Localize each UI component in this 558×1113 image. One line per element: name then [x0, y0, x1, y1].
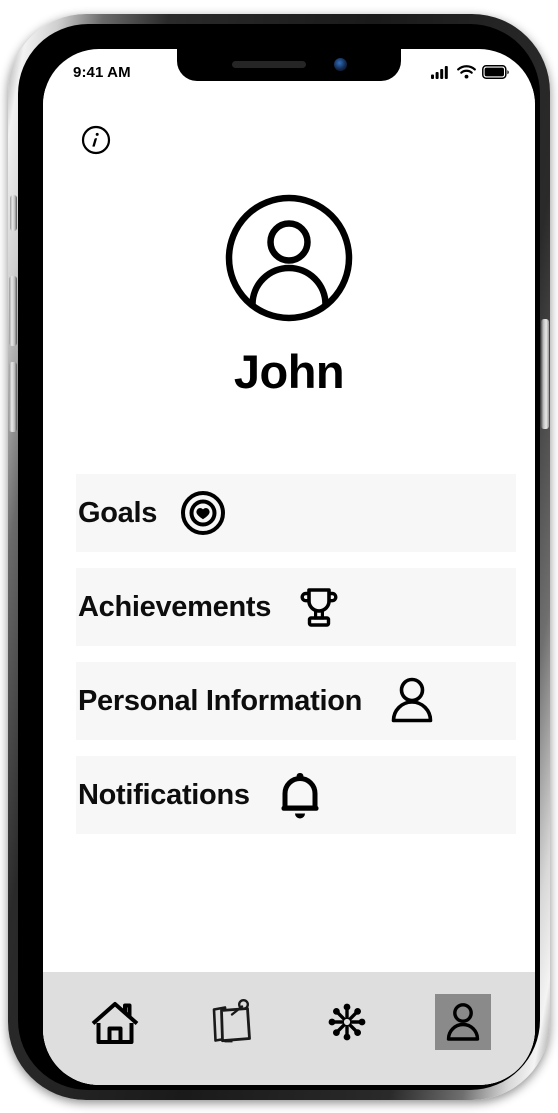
power-button[interactable]: [541, 319, 549, 429]
menu-item-label: Achievements: [78, 590, 272, 623]
info-icon[interactable]: [81, 125, 111, 155]
phone-frame: 9:41 AM John Goals Achievements Personal…: [8, 14, 550, 1100]
tab-profile[interactable]: [405, 991, 521, 1053]
bell-icon: [272, 767, 328, 823]
menu-item-label: Notifications: [78, 778, 250, 811]
app-content: John Goals Achievements Personal Informa…: [43, 89, 535, 1085]
menu-list: Goals Achievements Personal Information …: [76, 474, 516, 850]
front-camera-icon: [333, 57, 347, 71]
cellular-signal-icon: [431, 66, 448, 79]
earpiece-speaker-icon: [231, 60, 306, 68]
tab-home[interactable]: [57, 991, 173, 1053]
menu-item-notifications[interactable]: Notifications: [76, 756, 516, 834]
home-icon: [91, 1001, 139, 1044]
tab-activity[interactable]: [289, 991, 405, 1053]
profile-icon: [446, 1002, 480, 1041]
snowflake-icon: [328, 1003, 366, 1040]
page-title: John: [233, 345, 345, 398]
target-heart-icon: [179, 489, 227, 537]
volume-up-button[interactable]: [9, 276, 17, 346]
status-time: 9:41 AM: [73, 63, 131, 81]
status-indicators: [431, 65, 509, 79]
phone-bezel: 9:41 AM John Goals Achievements Personal…: [18, 24, 540, 1090]
menu-item-achievements[interactable]: Achievements: [76, 568, 516, 646]
user-avatar-icon: [225, 194, 353, 322]
tab-notes[interactable]: [173, 991, 289, 1053]
menu-item-label: Goals: [78, 496, 158, 529]
wifi-icon: [457, 65, 476, 79]
battery-icon: [482, 65, 509, 79]
phone-notch: [177, 49, 401, 81]
tab-active-indicator: [435, 993, 491, 1050]
menu-item-label: Personal Information: [78, 684, 363, 717]
profile-header: John: [43, 194, 535, 399]
trophy-icon: [293, 581, 345, 633]
sticky-notes-icon: [212, 998, 251, 1042]
menu-item-personal-information[interactable]: Personal Information: [76, 662, 516, 740]
volume-down-button[interactable]: [9, 362, 17, 432]
mute-switch-button[interactable]: [10, 195, 17, 231]
person-icon: [384, 673, 440, 729]
menu-item-goals[interactable]: Goals: [76, 474, 516, 552]
phone-screen: 9:41 AM John Goals Achievements Personal…: [43, 49, 535, 1085]
tab-bar: [43, 972, 535, 1085]
